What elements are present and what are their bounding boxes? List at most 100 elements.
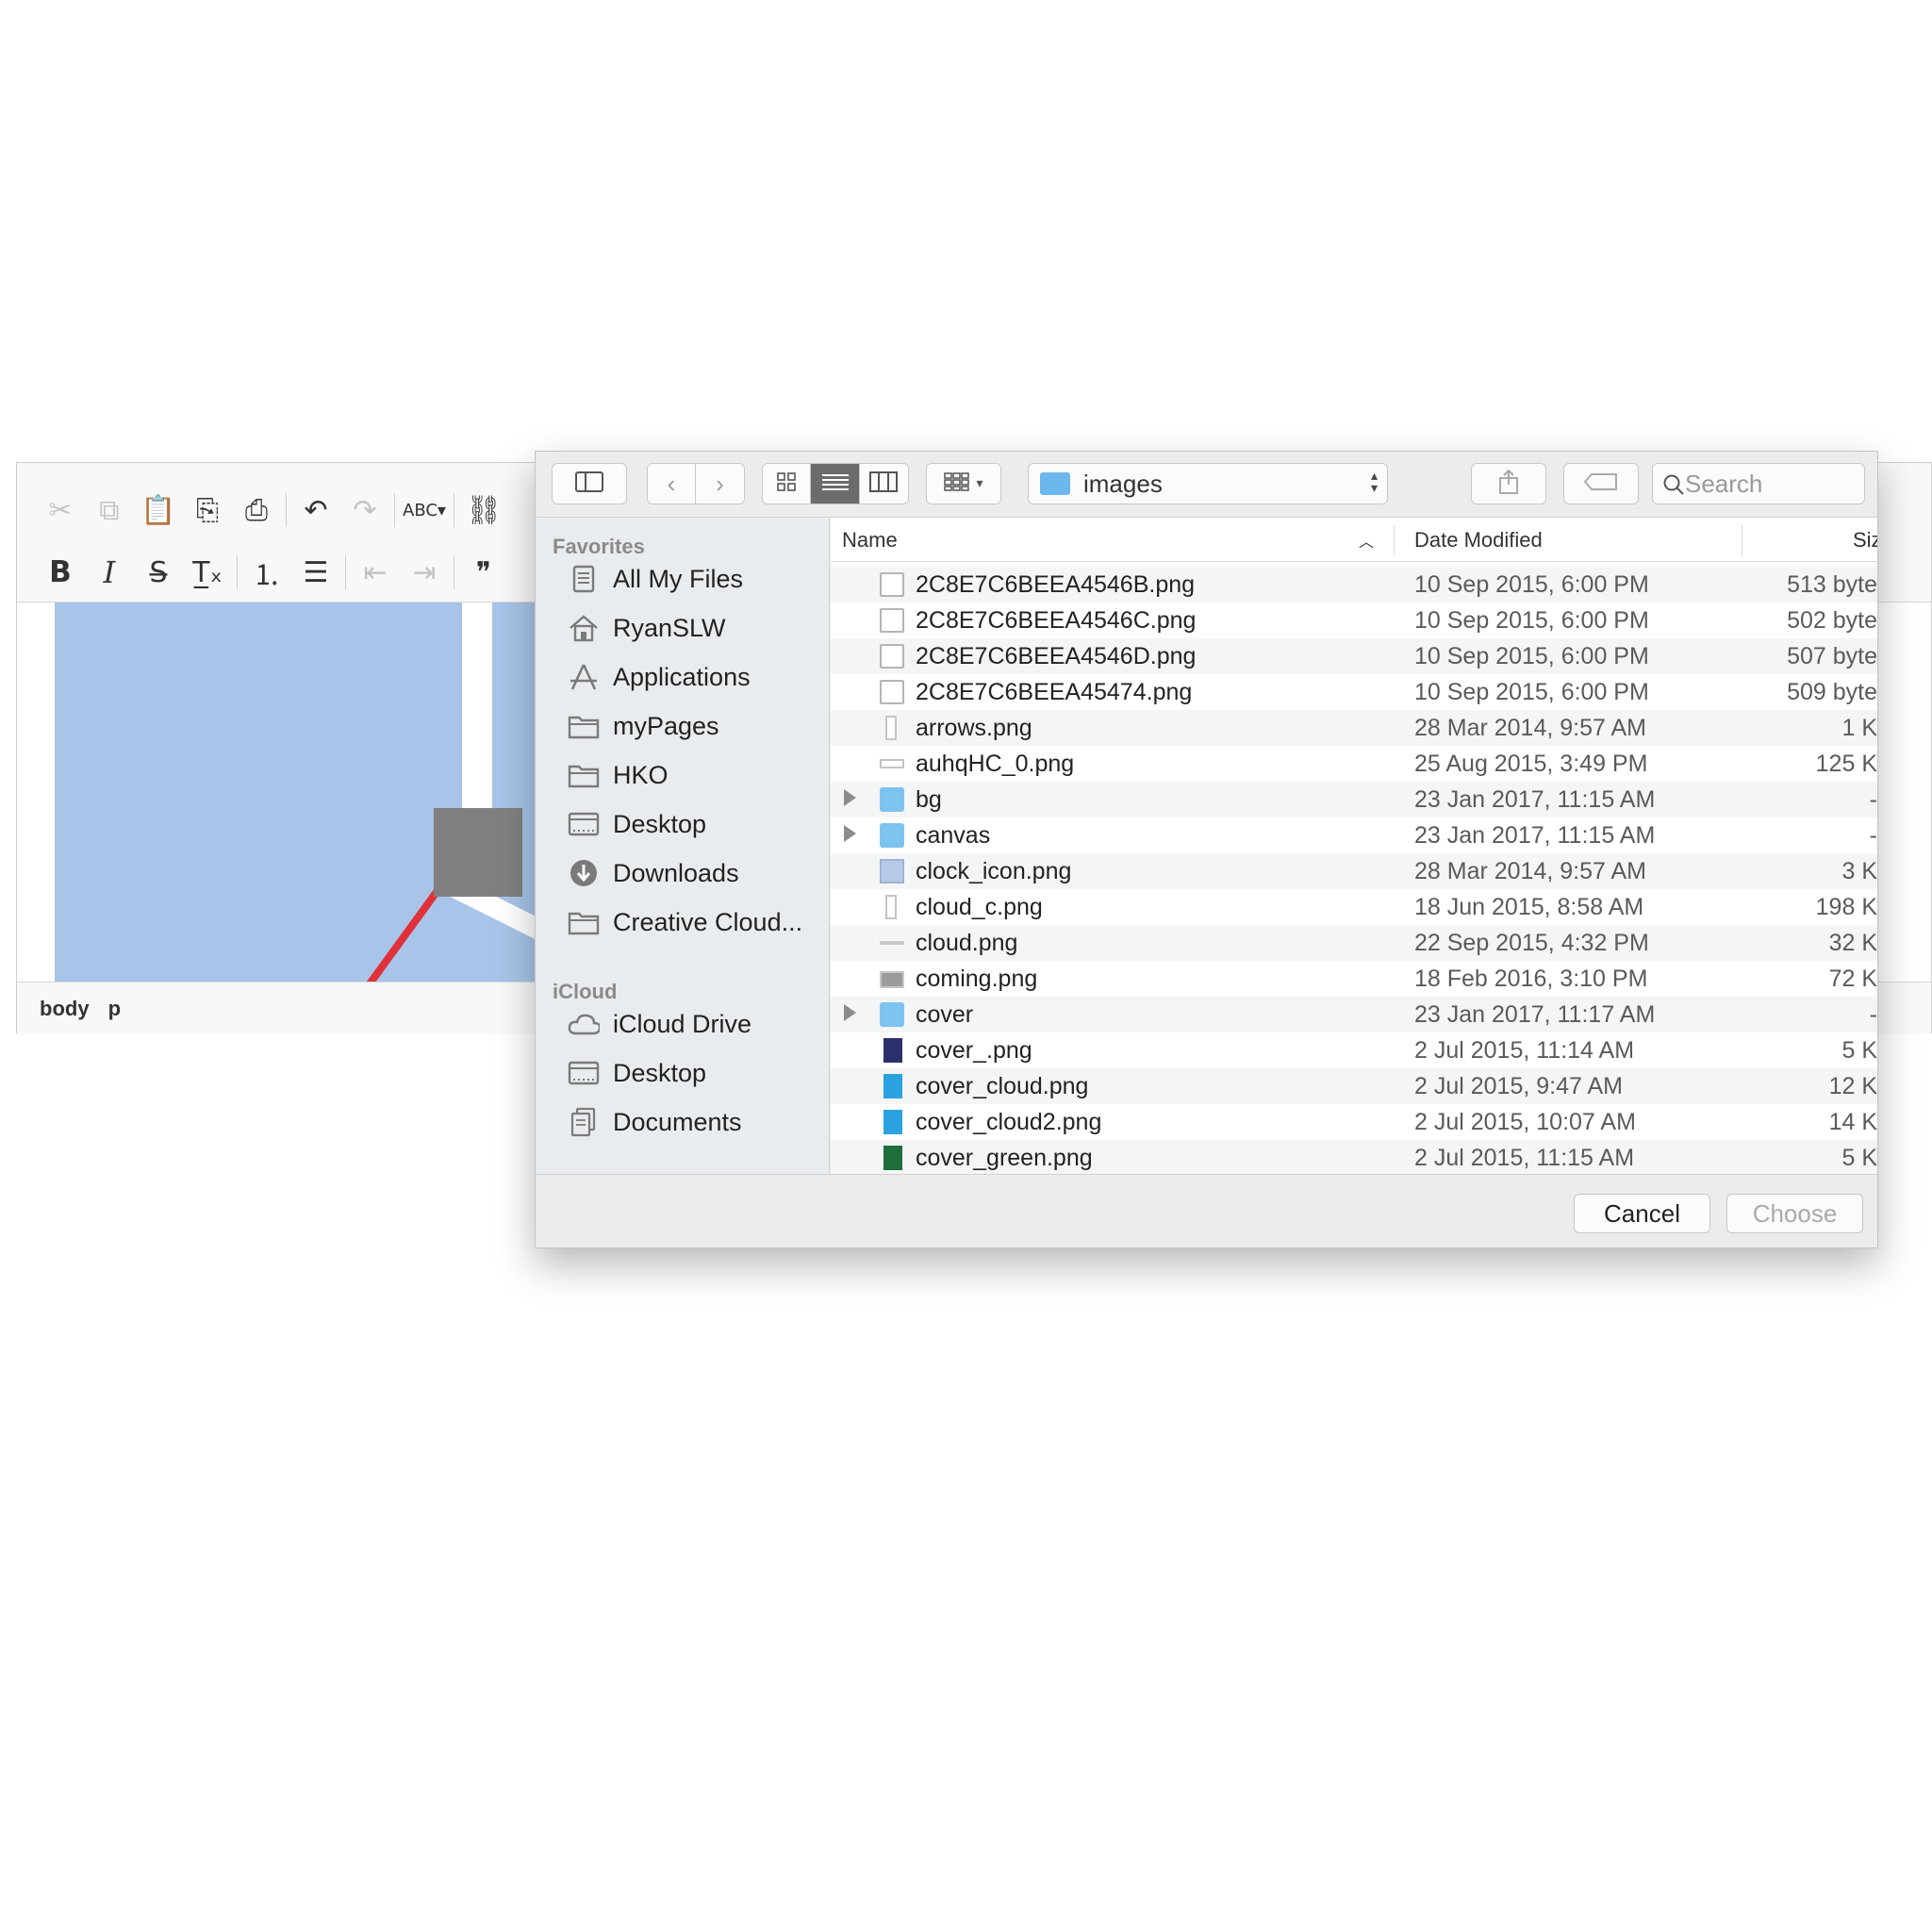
spellcheck-button[interactable]: ABC▾: [400, 486, 449, 535]
sidebar-item-desktop[interactable]: Desktop: [568, 801, 706, 847]
italic-button[interactable]: I: [85, 548, 134, 597]
paste-button[interactable]: 📋: [134, 486, 183, 535]
list-view-button[interactable]: [811, 464, 860, 504]
folder-row[interactable]: cover 23 Jan 2017, 11:17 AM -: [831, 997, 1877, 1032]
forward-button[interactable]: ›: [696, 464, 744, 504]
embedded-image-graphic: [55, 603, 564, 982]
sidebar-item-label: iCloud Drive: [613, 1009, 752, 1038]
link-button[interactable]: ⛓: [459, 486, 508, 535]
toolbar-separator: [237, 555, 238, 589]
file-list: Name ︿ Date Modified Siz 2C8E7C6BEEA4546…: [831, 518, 1877, 1174]
file-rows: 2C8E7C6BEEA4546B.png 10 Sep 2015, 6:00 PM…: [831, 567, 1877, 1174]
tag-icon: [1583, 473, 1618, 494]
sidebar-item-mypages[interactable]: myPages: [568, 703, 719, 749]
disclosure-triangle-icon[interactable]: [844, 825, 856, 842]
file-row[interactable]: cover_green.png 2 Jul 2015, 11:15 AM 5 K: [831, 1140, 1877, 1174]
file-date-modified: 18 Jun 2015, 8:58 AM: [1414, 893, 1644, 920]
element-path-body[interactable]: body: [40, 997, 90, 1021]
outdent-button[interactable]: ⇤: [351, 548, 400, 597]
paste-text-button[interactable]: ⎘: [183, 486, 232, 535]
undo-icon: ↶: [304, 493, 328, 527]
choose-button[interactable]: Choose: [1726, 1194, 1863, 1233]
embedded-image: [55, 603, 564, 982]
bold-button[interactable]: B: [36, 548, 85, 597]
editor-toolbar-row-1: ✂ ⧉ 📋 ⎘ ⎙ ↶ ↷ ABC▾ ⛓: [36, 482, 508, 538]
dialog-button-bar: Cancel Choose: [536, 1174, 1877, 1247]
sidebar-item-creative-cloud[interactable]: Creative Cloud...: [568, 900, 802, 945]
sidebar-item-all-my-files[interactable]: All My Files: [568, 556, 743, 602]
arrange-button[interactable]: ▾: [926, 463, 1001, 504]
file-row[interactable]: cloud.png 22 Sep 2015, 4:32 PM 32 K: [831, 925, 1877, 961]
sidebar-item-icloud-drive[interactable]: iCloud Drive: [568, 1001, 751, 1047]
location-popup[interactable]: images ▴ ▾: [1028, 463, 1388, 504]
file-name: cover_.png: [916, 1036, 1032, 1064]
remove-format-button[interactable]: T̲ₓ: [183, 548, 232, 597]
cancel-button[interactable]: Cancel: [1574, 1194, 1710, 1233]
location-label: images: [1083, 469, 1163, 498]
file-size: -: [1869, 821, 1877, 849]
sidebar-item-downloads[interactable]: Downloads: [568, 850, 739, 896]
sidebar-item-applications[interactable]: Applications: [568, 654, 751, 700]
undo-button[interactable]: ↶: [291, 486, 340, 535]
list-icon: [821, 472, 849, 496]
sidebar-item-documents[interactable]: Documents: [568, 1099, 742, 1145]
numbered-list-button[interactable]: ⒈: [242, 548, 291, 597]
edit-tags-button[interactable]: [1563, 463, 1639, 504]
sidebar-item-label: Applications: [613, 662, 751, 691]
file-row[interactable]: cover_cloud.png 2 Jul 2015, 9:47 AM 12 K: [831, 1068, 1877, 1104]
column-view-button[interactable]: [860, 464, 908, 504]
file-row[interactable]: cover_cloud2.png 2 Jul 2015, 10:07 AM 14 K: [831, 1104, 1877, 1140]
strikethrough-button[interactable]: S̶: [134, 548, 183, 597]
indent-icon: ⇥: [412, 555, 437, 589]
image-file-icon: [880, 608, 904, 633]
column-header-date-modified[interactable]: Date Modified: [1414, 518, 1543, 562]
sidebar: Favorites iCloud All My Files RyanSLW Appl…: [536, 518, 830, 1174]
toggle-sidebar-button[interactable]: [552, 463, 627, 504]
icon-view-button[interactable]: [763, 464, 812, 504]
indent-button[interactable]: ⇥: [400, 548, 449, 597]
file-row[interactable]: auhqHC_0.png 25 Aug 2015, 3:49 PM 125 K: [831, 746, 1877, 782]
sidebar-item-desktop[interactable]: Desktop: [568, 1050, 706, 1096]
disclosure-triangle-icon[interactable]: [844, 1004, 856, 1021]
file-size: 3 K: [1841, 857, 1877, 884]
cut-button[interactable]: ✂: [36, 486, 85, 535]
column-header-name[interactable]: Name: [842, 518, 898, 562]
file-row[interactable]: 2C8E7C6BEEA4546C.png 10 Sep 2015, 6:00 PM…: [831, 603, 1877, 638]
blockquote-button[interactable]: ❞: [459, 548, 508, 597]
editor-toolbar-row-2: B I S̶ T̲ₓ ⒈ ☰ ⇤ ⇥ ❞: [36, 544, 508, 601]
search-input[interactable]: Search: [1652, 463, 1865, 504]
column-header-size[interactable]: Siz: [1853, 518, 1877, 562]
file-size: 32 K: [1828, 929, 1877, 956]
folder-row[interactable]: canvas 23 Jan 2017, 11:15 AM -: [831, 817, 1877, 853]
redo-button[interactable]: ↷: [340, 486, 389, 535]
file-row[interactable]: 2C8E7C6BEEA45474.png 10 Sep 2015, 6:00 PM…: [831, 674, 1877, 710]
file-size: -: [1869, 1000, 1877, 1028]
file-row[interactable]: cloud_c.png 18 Jun 2015, 8:58 AM 198 K: [831, 889, 1877, 925]
paste-icon: 📋: [140, 493, 176, 527]
bulleted-list-button[interactable]: ☰: [291, 548, 340, 597]
navigation-buttons: ‹ ›: [647, 463, 745, 504]
file-row[interactable]: arrows.png 28 Mar 2014, 9:57 AM 1 K: [831, 710, 1877, 746]
remove-format-icon: T̲ₓ: [192, 555, 223, 589]
element-path-p[interactable]: p: [108, 997, 121, 1021]
file-row[interactable]: 2C8E7C6BEEA4546D.png 10 Sep 2015, 6:00 PM…: [831, 638, 1877, 674]
sidebar-item-ryanslw[interactable]: RyanSLW: [568, 605, 726, 651]
file-name: arrows.png: [916, 714, 1032, 741]
disclosure-triangle-icon[interactable]: [844, 789, 856, 806]
back-button[interactable]: ‹: [648, 464, 697, 504]
file-row[interactable]: coming.png 18 Feb 2016, 3:10 PM 72 K: [831, 961, 1877, 997]
file-row[interactable]: cover_.png 2 Jul 2015, 11:14 AM 5 K: [831, 1032, 1877, 1068]
blockquote-icon: ❞: [475, 555, 492, 589]
file-size: 509 byte: [1787, 678, 1877, 705]
file-row[interactable]: 2C8E7C6BEEA4546B.png 10 Sep 2015, 6:00 PM…: [831, 567, 1877, 603]
file-date-modified: 10 Sep 2015, 6:00 PM: [1414, 642, 1649, 669]
folder-row[interactable]: bg 23 Jan 2017, 11:15 AM -: [831, 782, 1877, 817]
sidebar-item-hko[interactable]: HKO: [568, 752, 669, 798]
share-button[interactable]: [1471, 463, 1546, 504]
file-size: 5 K: [1841, 1144, 1877, 1171]
file-list-header: Name ︿ Date Modified Siz: [831, 518, 1877, 562]
copy-button[interactable]: ⧉: [85, 486, 134, 535]
sidebar-item-label: Creative Cloud...: [613, 907, 803, 936]
file-row[interactable]: clock_icon.png 28 Mar 2014, 9:57 AM 3 K: [831, 853, 1877, 889]
paste-word-button[interactable]: ⎙: [232, 486, 281, 535]
